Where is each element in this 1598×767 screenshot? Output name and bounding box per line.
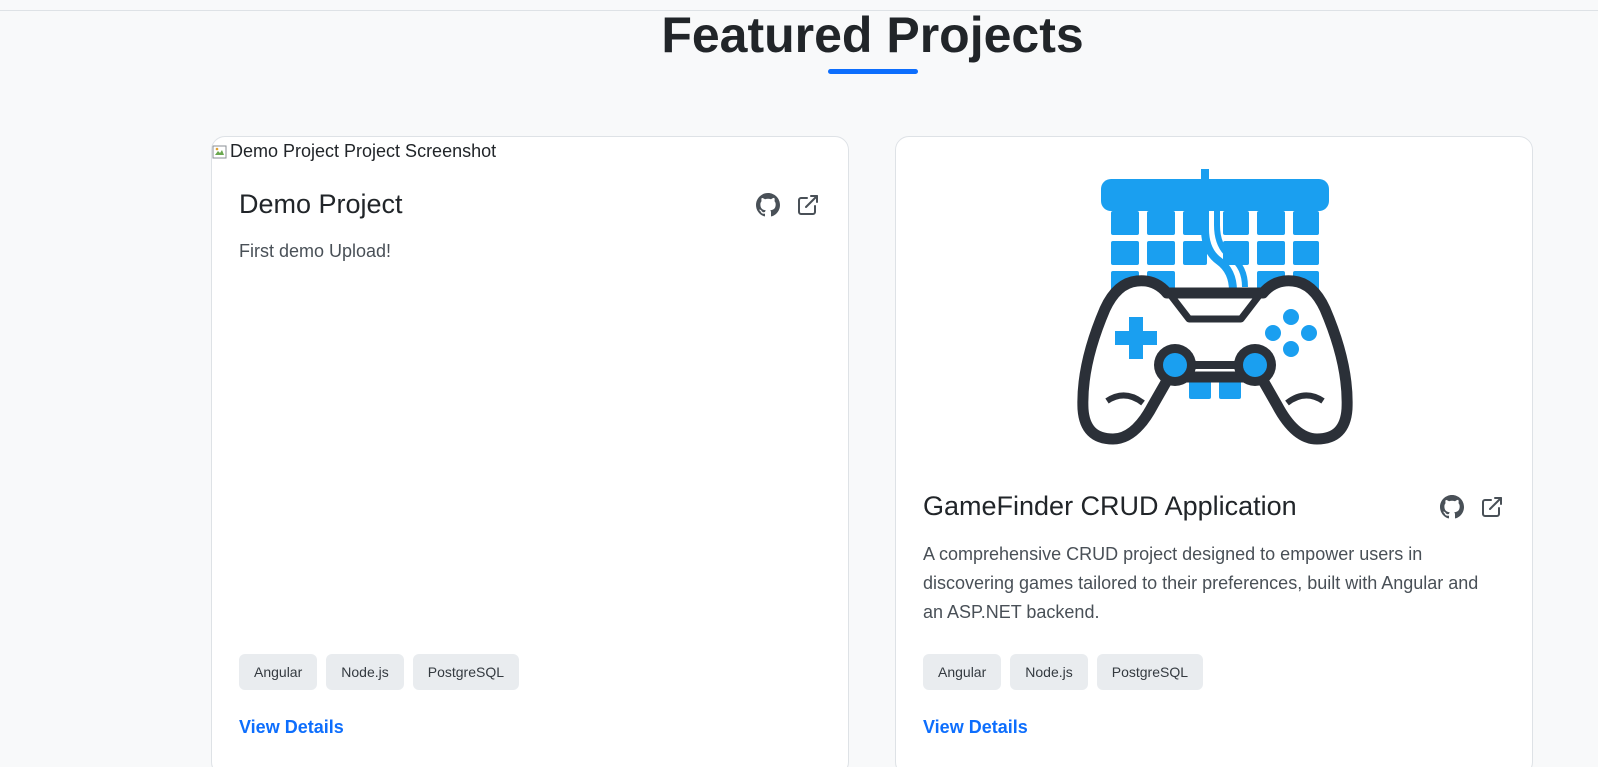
view-details-link[interactable]: View Details	[923, 717, 1028, 738]
image-alt-text: Demo Project Project Screenshot	[230, 141, 497, 161]
github-icon[interactable]	[756, 193, 780, 217]
tech-tags: Angular Node.js PostgreSQL	[923, 654, 1203, 690]
featured-projects-page: Featured Projects Demo Project Project S…	[0, 0, 1598, 767]
project-title: Demo Project	[239, 189, 403, 219]
view-details-link[interactable]: View Details	[239, 717, 344, 738]
project-image-broken: Demo Project Project Screenshot	[212, 141, 496, 162]
tech-tag: Node.js	[1010, 654, 1088, 690]
project-links	[1440, 495, 1504, 519]
project-description: A comprehensive CRUD project designed to…	[923, 544, 1479, 622]
project-links	[756, 193, 820, 217]
tech-tags: Angular Node.js PostgreSQL	[239, 654, 519, 690]
external-link-icon[interactable]	[796, 193, 820, 217]
tech-tag: Angular	[923, 654, 1002, 690]
project-image	[896, 137, 1532, 467]
title-underline	[828, 69, 918, 74]
project-card: Demo Project Project Screenshot Demo Pro…	[211, 136, 849, 767]
tech-tag: PostgreSQL	[1096, 654, 1203, 690]
project-card: GameFinder CRUD Application A comprehens…	[895, 136, 1533, 767]
tech-tag: Node.js	[326, 654, 404, 690]
project-title: GameFinder CRUD Application	[923, 491, 1297, 521]
broken-image-icon	[212, 144, 228, 160]
game-controller-grid-icon	[1077, 169, 1353, 445]
tech-tag: Angular	[239, 654, 318, 690]
project-description: First demo Upload!	[239, 241, 392, 261]
section-title: Featured Projects	[661, 7, 1084, 63]
github-icon[interactable]	[1440, 495, 1464, 519]
external-link-icon[interactable]	[1480, 495, 1504, 519]
tech-tag: PostgreSQL	[412, 654, 519, 690]
